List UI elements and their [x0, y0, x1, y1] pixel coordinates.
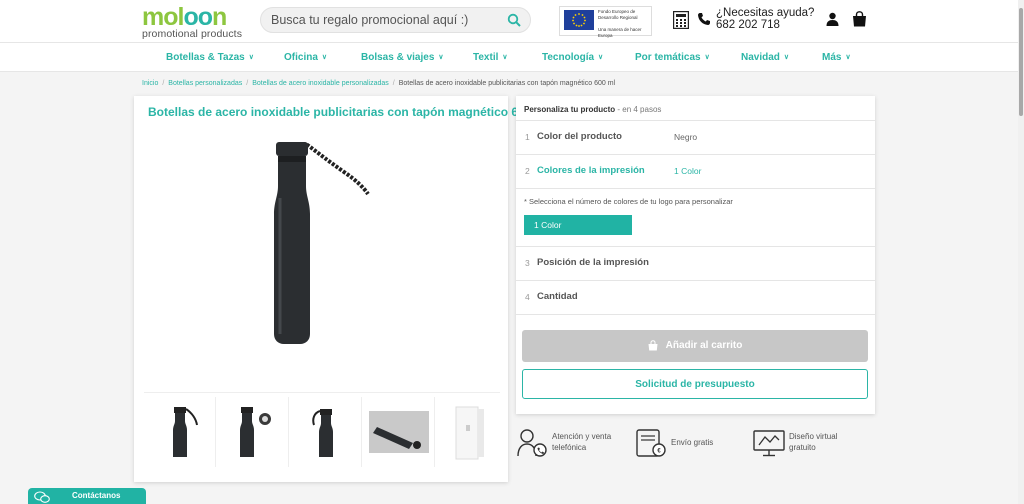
scrollbar-thumb[interactable]: [1019, 8, 1023, 116]
logo[interactable]: moloon promotional products: [142, 3, 244, 40]
nav-item-bolsas-viajes[interactable]: Bolsas & viajes ∨: [361, 52, 444, 63]
step-print-position[interactable]: 3 Posición de la impresión: [516, 246, 875, 280]
scrollbar[interactable]: [1018, 0, 1024, 504]
shopping-bag-icon: [648, 340, 658, 351]
nav-item-oficina[interactable]: Oficina ∨: [284, 52, 327, 63]
phone-icon: [698, 13, 710, 25]
nav-item-botellas-tazas[interactable]: Botellas & Tazas ∨: [166, 52, 254, 63]
contact-tab-label: Contáctanos: [72, 491, 121, 500]
thumbnail-5[interactable]: [436, 397, 508, 467]
breadcrumb-link-botellas[interactable]: Botellas personalizadas: [168, 80, 242, 87]
box-thumbnail-image: [455, 406, 484, 460]
header: moloon promotional products Fondo Europe…: [0, 0, 1018, 42]
print-colors-hint: * Selecciona el número de colores de tu …: [524, 197, 733, 206]
personalize-heading: Personaliza tu producto - en 4 pasos: [524, 105, 662, 114]
step-print-colors[interactable]: 2 Colores de la impresión 1 Color: [516, 154, 875, 190]
user-icon[interactable]: [826, 12, 839, 26]
search-icon[interactable]: [507, 13, 521, 27]
request-quote-button[interactable]: Solicitud de presupuesto: [522, 369, 868, 399]
chevron-down-icon: ∨: [321, 54, 328, 61]
product-gallery-card: Botellas de acero inoxidable publicitari…: [134, 96, 549, 482]
phone-support-icon: [517, 429, 547, 457]
breadcrumb-link-inicio[interactable]: Inicio: [142, 80, 158, 87]
nav-item-tecnologia[interactable]: Tecnología ∨: [542, 52, 603, 63]
personalization-card: Personaliza tu producto - en 4 pasos 1 C…: [516, 96, 875, 414]
eu-funding-badge: Fondo Europeo de Desarrollo Regional Una…: [559, 6, 652, 38]
thumbnail-1[interactable]: [144, 397, 216, 467]
step-quantity[interactable]: 4 Cantidad: [516, 280, 875, 314]
bottle-thumbnail-image: [240, 407, 271, 457]
breadcrumb-link-acero[interactable]: Botellas de acero inoxidable personaliza…: [252, 80, 389, 87]
chat-bubbles-icon: [34, 491, 50, 503]
shopping-bag-icon[interactable]: [852, 11, 867, 27]
nav-item-textil[interactable]: Textil ∨: [473, 52, 508, 63]
logo-subtitle: promotional products: [142, 28, 243, 40]
search-input[interactable]: [261, 8, 491, 32]
product-main-image[interactable]: [264, 138, 376, 350]
divider: [516, 188, 875, 189]
feature-phone-text: Atención y venta telefónica: [552, 432, 612, 452]
thumbnail-2[interactable]: [217, 397, 289, 467]
chevron-down-icon: ∨: [783, 54, 790, 61]
search-box: [260, 7, 531, 33]
step-product-color[interactable]: 1 Color del producto Negro: [516, 120, 875, 154]
breadcrumb: Inicio / Botellas personalizadas / Botellas …: [142, 80, 616, 87]
bottle-thumbnail-image: [173, 407, 198, 457]
bottle-thumbnail-image: [369, 411, 429, 453]
nav-item-por-tematicas[interactable]: Por temáticas ∨: [635, 52, 710, 63]
help-phone: 682 202 718: [716, 19, 780, 31]
bottle-thumbnail-image: [312, 409, 333, 457]
thumbnail-3[interactable]: [290, 397, 362, 467]
chevron-down-icon: ∨: [502, 54, 508, 61]
divider: [516, 314, 875, 315]
chevron-down-icon: ∨: [248, 54, 254, 61]
chevron-down-icon: ∨: [438, 54, 444, 61]
eu-badge-text: Fondo Europeo de Desarrollo Regional Una…: [598, 9, 642, 38]
nav-item-navidad[interactable]: Navidad ∨: [741, 52, 789, 63]
feature-phone-support: Atención y venta telefónica: [516, 428, 626, 458]
thumbnail-strip: [144, 392, 500, 470]
breadcrumb-current: Botellas de acero inoxidable publicitari…: [398, 80, 616, 87]
chevron-down-icon: ∨: [598, 54, 604, 61]
logo-wordmark: moloon: [142, 3, 227, 31]
calculator-icon[interactable]: [673, 11, 689, 29]
chevron-down-icon: ∨: [845, 54, 851, 61]
virtual-design-icon: [753, 430, 785, 457]
chevron-down-icon: ∨: [704, 54, 710, 61]
nav-item-mas[interactable]: Más ∨: [822, 52, 851, 63]
feature-virtual-design: Diseño virtual gratuito: [753, 428, 863, 458]
free-shipping-icon: €: [636, 429, 666, 457]
feature-free-shipping: € Envío gratis: [635, 428, 735, 458]
help-contact[interactable]: ¿Necesitas ayuda? 682 202 718: [716, 7, 814, 31]
feature-shipping-text: Envío gratis: [671, 438, 714, 447]
help-question: ¿Necesitas ayuda?: [716, 7, 815, 19]
feature-design-text: Diseño virtual gratuito: [789, 432, 838, 452]
contact-tab[interactable]: Contáctanos: [28, 488, 146, 504]
option-1-color[interactable]: 1 Color: [524, 215, 632, 235]
thumbnail-4[interactable]: [363, 397, 435, 467]
add-to-cart-button[interactable]: Añadir al carrito: [522, 330, 868, 362]
eu-flag-icon: [564, 10, 594, 30]
product-title: Botellas de acero inoxidable publicitari…: [148, 105, 549, 119]
main-nav: Botellas & Tazas ∨ Oficina ∨ Bolsas & viaj…: [0, 42, 1018, 72]
